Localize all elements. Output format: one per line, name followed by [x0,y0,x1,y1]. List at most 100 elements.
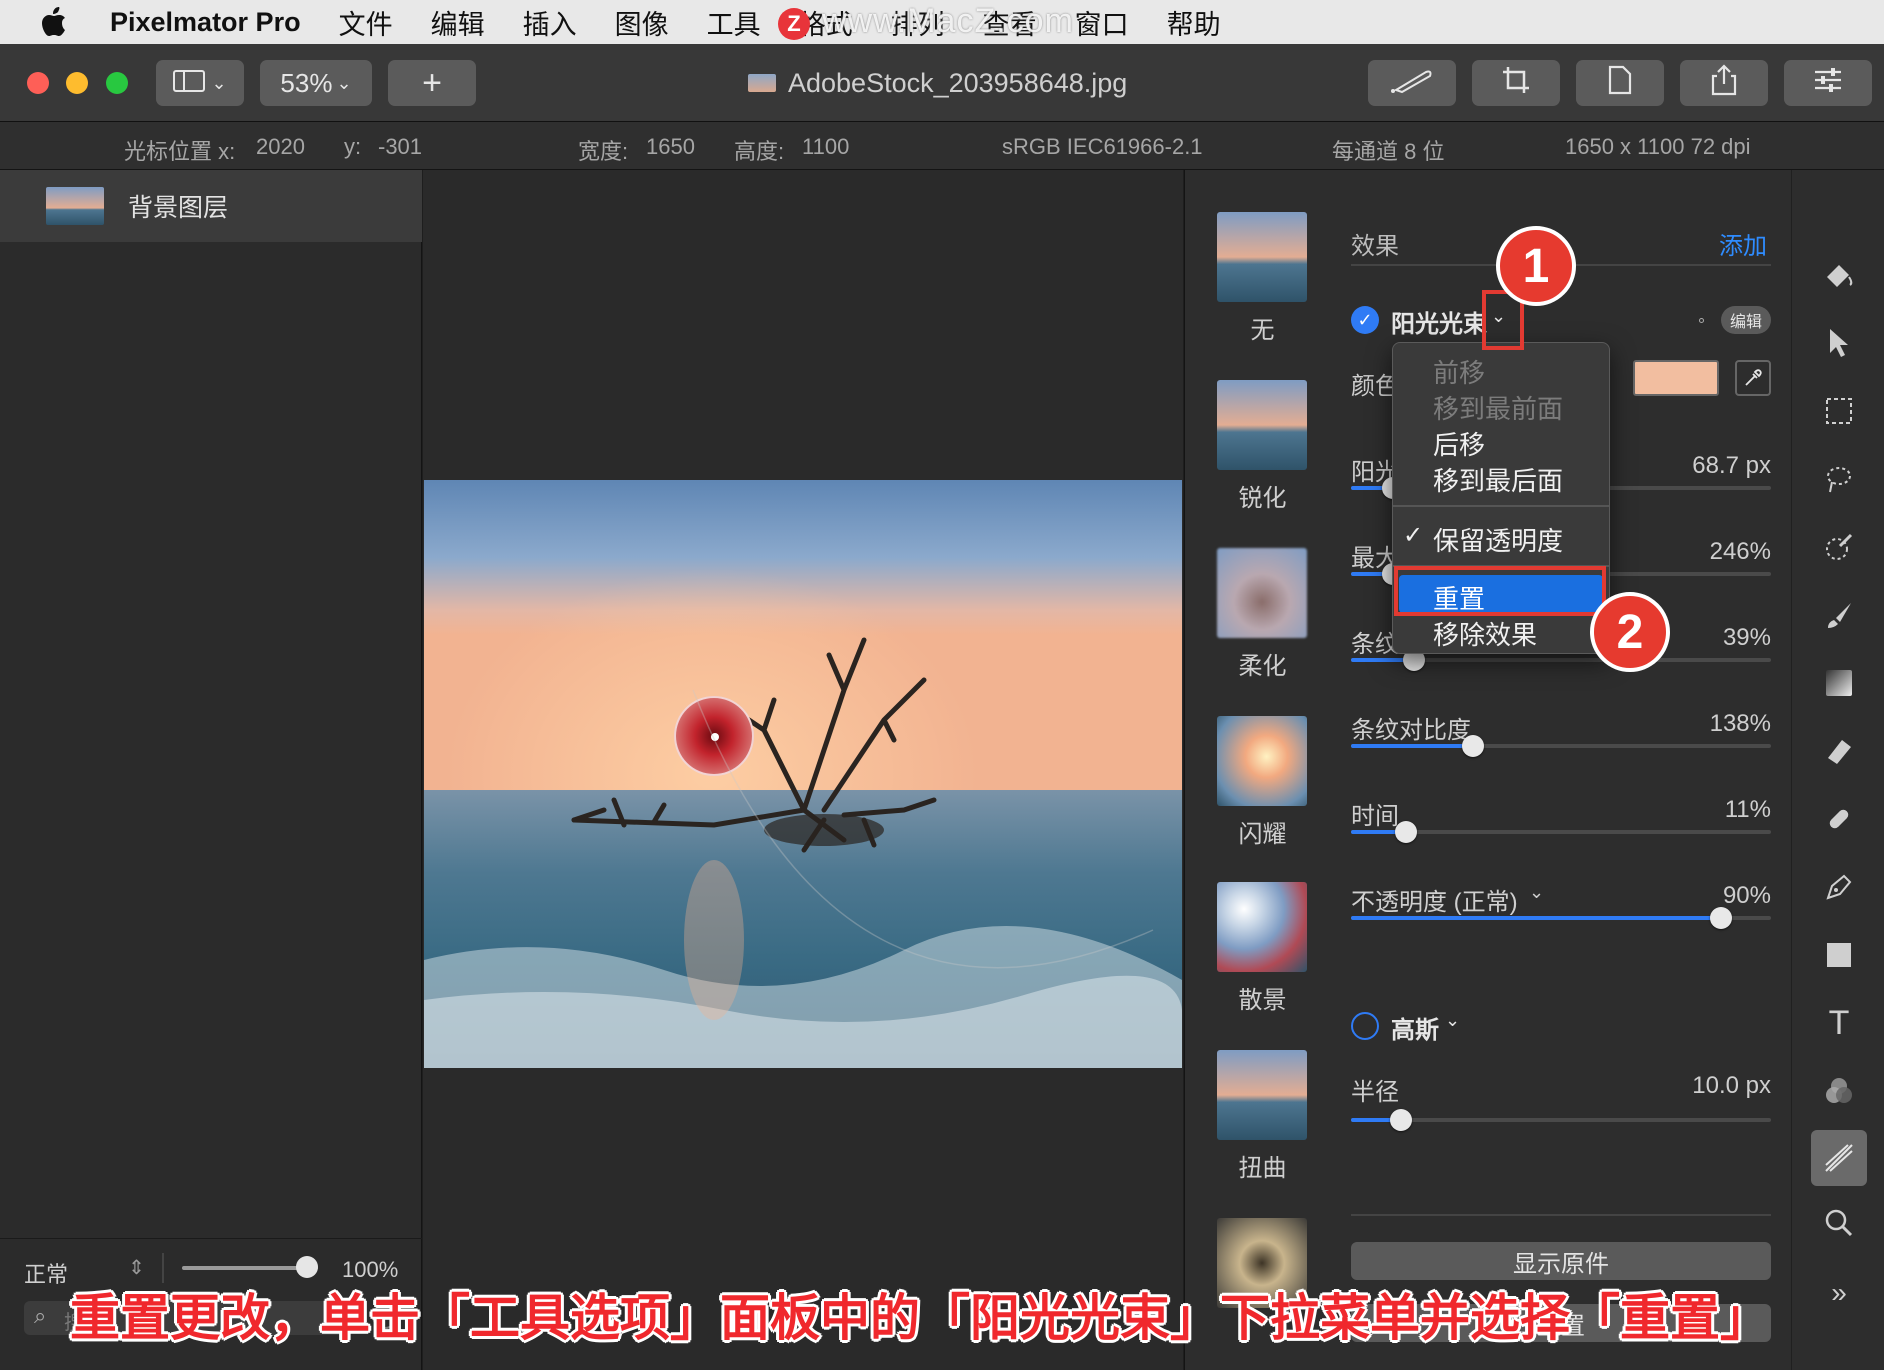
bandage-retouch-icon[interactable] [1816,796,1862,842]
width-label: 宽度: [578,139,629,164]
effects-section-title: 效果 [1351,233,1399,260]
minimize-window-button[interactable] [66,72,88,94]
crop-icon [1501,65,1531,102]
layers-panel: 背景图层 正常 ⇕ 100% ⌕ 搜索 [0,170,422,1370]
gaussian-enabled-checkbox[interactable] [1351,1012,1379,1040]
menu-window[interactable]: 窗口 [1075,3,1129,42]
add-effect-link[interactable]: 添加 [1719,226,1767,261]
zoom-tool-icon[interactable] [1816,1200,1862,1246]
layer-row[interactable]: 背景图层 [0,170,422,242]
eyedropper-icon [1745,369,1762,386]
tool-options-button[interactable] [1784,60,1872,106]
paint-bucket-icon[interactable] [1816,252,1862,298]
watermark-text: www.MacZ.com [822,2,1074,40]
add-button[interactable]: + [388,60,476,106]
effects-tool-icon[interactable] [1811,1130,1867,1186]
opacity-slider[interactable] [1351,907,1771,929]
sliders-icon [1813,67,1843,100]
share-icon [1711,63,1737,103]
apple-menu-icon[interactable] [28,0,80,44]
more-tools-icon[interactable]: » [1816,1270,1862,1316]
row-label-5[interactable]: 不透明度 (正常) [1351,882,1518,917]
menu-insert[interactable]: 插入 [523,3,577,42]
layer-opacity-knob[interactable] [296,1256,318,1278]
pen-tool-icon[interactable] [1816,864,1862,910]
width-value: 1650 [646,134,695,159]
image-dimensions: 1650 x 1100 72 dpi [1565,134,1751,159]
share-button[interactable] [1680,60,1768,106]
color-profile: sRGB IEC61966-2.1 [1002,134,1203,159]
format-button[interactable] [1576,60,1664,106]
edit-badge[interactable]: 编辑 [1721,306,1771,334]
menu-edit[interactable]: 编辑 [431,3,485,42]
app-name-menu[interactable]: Pixelmator Pro [110,7,301,38]
annotation-badge-1: 1 [1496,226,1576,306]
annotation-highlight-reset [1394,566,1606,616]
radius-slider[interactable] [1351,1109,1771,1131]
blend-mode-select[interactable]: 正常 [24,1257,68,1289]
effect-thumb-sharpen[interactable] [1217,380,1307,470]
streaks-slider[interactable] [1351,649,1771,671]
menu-file[interactable]: 文件 [339,3,393,42]
effect-thumb-distort[interactable] [1217,1050,1307,1140]
canvas-area[interactable] [423,170,1183,1370]
status-dot [1699,318,1704,323]
zoom-window-button[interactable] [106,72,128,94]
annotation-badge-2: 2 [1590,592,1670,672]
show-original-button[interactable]: 显示原件 [1351,1242,1771,1280]
effect-thumb-soften[interactable] [1217,548,1307,638]
rectangular-selection-icon[interactable] [1816,388,1862,434]
tutorial-caption: 重置更改，单击「工具选项」面板中的「阳光光束」下拉菜单并选择「重置」 [70,1290,1770,1346]
menu-item-send-to-back[interactable]: 移到最后面 [1433,461,1563,498]
tools-sidebar: T » [1791,170,1884,1370]
arrange-cursor-icon[interactable] [1816,320,1862,366]
document-title: AdobeStock_203958648.jpg [748,64,1127,102]
time-slider[interactable] [1351,821,1771,843]
row-label-3: 条纹对比度 [1351,717,1471,744]
eraser-icon[interactable] [1816,728,1862,774]
menu-item-preserve-transparency[interactable]: 保留透明度 [1433,521,1563,558]
effect-thumb-glow[interactable] [1217,716,1307,806]
chevron-down-icon: ⌄ [211,72,227,93]
radius-label: 半径 [1351,1079,1399,1106]
menu-item-bring-to-front: 移到最前面 [1433,394,1564,424]
streak-contrast-slider[interactable] [1351,735,1771,757]
effect-name[interactable]: 阳光光束 [1391,304,1487,339]
menu-image[interactable]: 图像 [615,3,669,42]
effects-browser: 无 锐化 柔化 闪耀 散景 扭曲 [1184,170,1339,1370]
menu-item-remove-effect[interactable]: 移除效果 [1433,615,1537,652]
effect-thumb-bokeh[interactable] [1217,882,1307,972]
radius-value: 10.0 px [1692,1072,1771,1099]
menu-item-move-backward[interactable]: 后移 [1433,425,1485,462]
effect-label-sharpen: 锐化 [1238,485,1287,512]
gaussian-effect-name[interactable]: 高斯 [1391,1010,1439,1045]
gradient-icon[interactable] [1816,660,1862,706]
shape-rectangle-icon[interactable] [1816,932,1862,978]
sidebar-toggle-button[interactable]: ⌄ [156,60,244,106]
brush-tool-button[interactable] [1368,60,1456,106]
cursor-y-value: -301 [378,134,423,159]
effect-thumb-none[interactable] [1217,212,1307,302]
paint-brush-icon[interactable] [1816,592,1862,638]
chevron-down-icon[interactable]: ⌄ [1445,1010,1460,1031]
menu-help[interactable]: 帮助 [1167,3,1221,42]
zoom-dropdown[interactable]: 53% ⌄ [260,60,372,106]
effect-enabled-checkbox[interactable]: ✓ [1351,306,1379,334]
chevron-down-icon: ⌄ [1529,882,1545,902]
lasso-icon[interactable] [1816,456,1862,502]
color-well[interactable] [1633,360,1719,396]
color-adjustments-icon[interactable] [1816,1068,1862,1114]
text-tool-icon[interactable]: T [1816,1000,1862,1046]
eyedropper-button[interactable] [1735,360,1771,396]
chevron-down-icon: ⌄ [336,72,352,93]
quick-selection-icon[interactable] [1816,524,1862,570]
crop-button[interactable] [1472,60,1560,106]
close-window-button[interactable] [27,72,49,94]
menu-tools[interactable]: 工具 [707,3,761,42]
image-info-bar: 光标位置 x: 2020 y: -301 宽度: 1650 高度: 1100 s… [0,122,1884,170]
row-value-3: 138% [1709,710,1771,737]
height-value: 1100 [802,134,850,159]
beam-direction-guide [692,689,1154,969]
layer-thumbnail [46,187,104,225]
pen-icon [1388,66,1436,101]
